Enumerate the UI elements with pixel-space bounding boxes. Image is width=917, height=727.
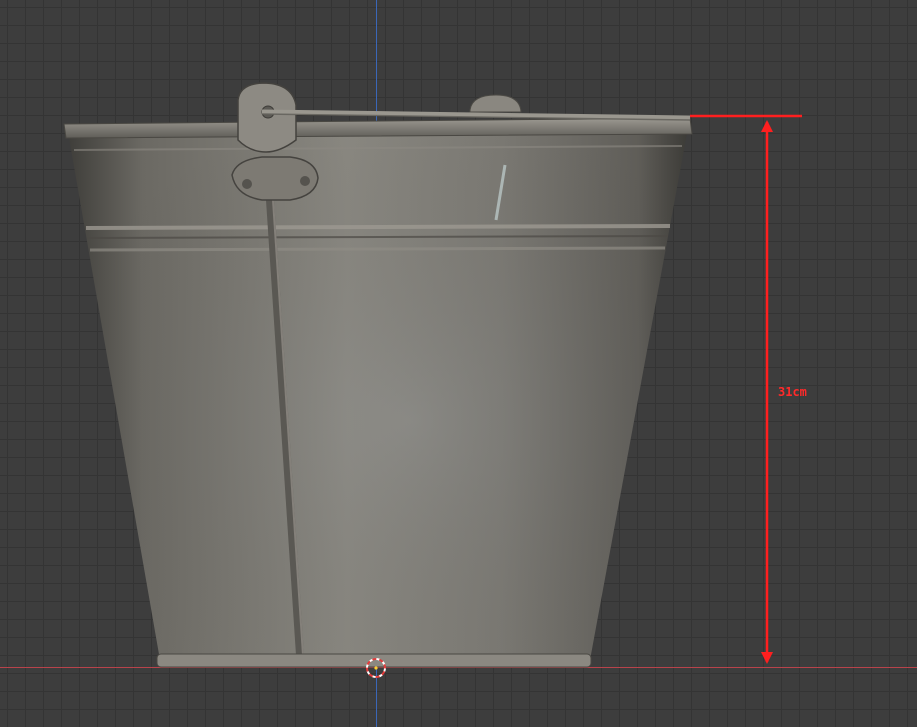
3d-viewport[interactable]: 31cm: [0, 0, 917, 727]
dimension-label: 31cm: [778, 385, 807, 399]
dimension-measure: [690, 114, 802, 664]
3d-cursor-icon[interactable]: [364, 656, 388, 680]
